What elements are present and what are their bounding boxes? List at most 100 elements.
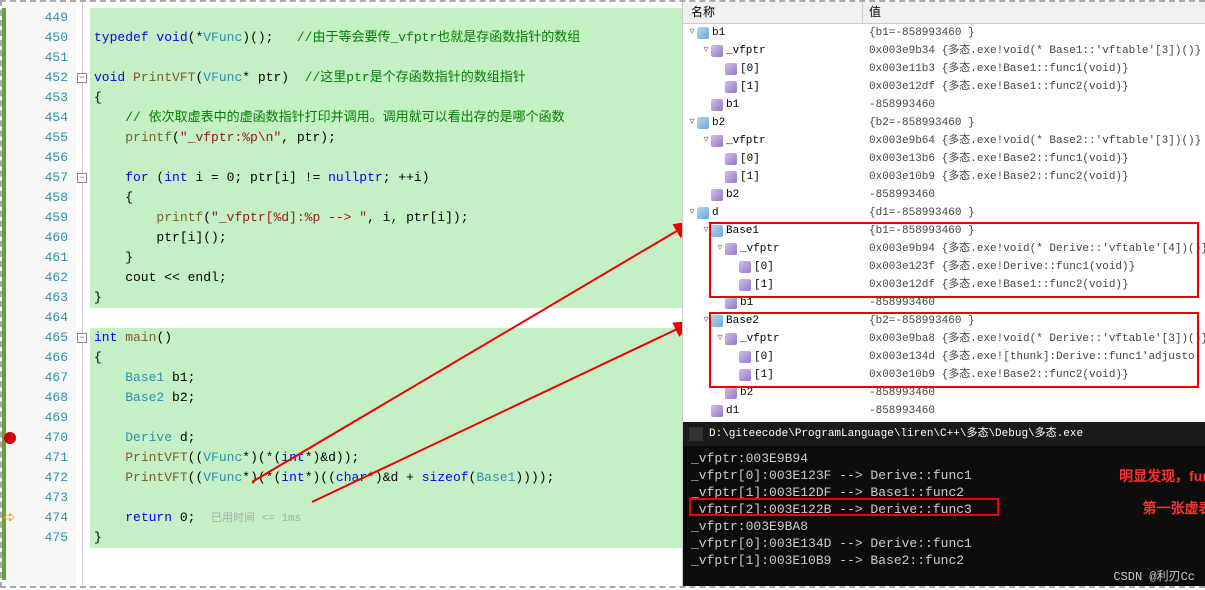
marker-column: ➪ bbox=[2, 2, 20, 586]
expand-toggle[interactable]: ▿ bbox=[687, 24, 697, 42]
field-icon bbox=[711, 45, 723, 57]
line-number: 462 bbox=[20, 268, 68, 288]
watch-row[interactable]: ▿Base2{b2=-858993460 }Base2 bbox=[683, 312, 1205, 330]
code-line[interactable]: PrintVFT((VFunc*)(*(int*)&d)); bbox=[90, 448, 682, 468]
code-line[interactable]: { bbox=[90, 188, 682, 208]
expand-toggle[interactable]: ▿ bbox=[701, 132, 711, 150]
line-number: 470 bbox=[20, 428, 68, 448]
code-line[interactable]: PrintVFT((VFunc*)(*(int*)((char*)&d + si… bbox=[90, 468, 682, 488]
fold-column: − − − bbox=[76, 2, 90, 586]
watch-row[interactable]: [0]0x003e13b6 {多态.exe!Base2::func1(void)… bbox=[683, 150, 1205, 168]
watch-row[interactable]: ▿_vfptr0x003e9ba8 {多态.exe!void(* Derive:… bbox=[683, 330, 1205, 348]
console-panel[interactable]: D:\giteecode\ProgramLanguage\liren\C++\多… bbox=[683, 422, 1205, 586]
code-line[interactable]: cout << endl; bbox=[90, 268, 682, 288]
code-line[interactable]: } bbox=[90, 288, 682, 308]
code-line[interactable] bbox=[90, 48, 682, 68]
watch-row[interactable]: ▿Base1{b1=-858993460 }Base1 bbox=[683, 222, 1205, 240]
code-line[interactable]: int main() bbox=[90, 328, 682, 348]
code-area[interactable]: typedef void(*VFunc)(); //由于等会要传_vfptr也就… bbox=[90, 2, 682, 586]
expand-toggle[interactable]: ▿ bbox=[715, 330, 725, 348]
watch-name: [1] bbox=[740, 168, 760, 186]
watch-value: 0x003e123f {多态.exe!Derive::func1(void)} bbox=[863, 258, 1205, 276]
code-line[interactable]: } bbox=[90, 528, 682, 548]
code-line[interactable]: void PrintVFT(VFunc* ptr) //这里ptr是个存函数指针… bbox=[90, 68, 682, 88]
code-line[interactable]: Base2 b2; bbox=[90, 388, 682, 408]
code-line[interactable]: return 0; 已用时间 <= 1ms bbox=[90, 508, 682, 528]
watch-row[interactable]: [0]0x003e11b3 {多态.exe!Base1::func1(void)… bbox=[683, 60, 1205, 78]
watch-name: Base2 bbox=[726, 312, 759, 330]
code-line[interactable] bbox=[90, 488, 682, 508]
code-line[interactable]: for (int i = 0; ptr[i] != nullptr; ++i) bbox=[90, 168, 682, 188]
code-line[interactable]: printf("_vfptr:%p\n", ptr); bbox=[90, 128, 682, 148]
cube-icon bbox=[711, 315, 723, 327]
watch-row[interactable]: [0]0x003e123f {多态.exe!Derive::func1(void… bbox=[683, 258, 1205, 276]
code-line[interactable]: Base1 b1; bbox=[90, 368, 682, 388]
code-line[interactable]: { bbox=[90, 348, 682, 368]
watch-name: [1] bbox=[740, 78, 760, 96]
field-icon bbox=[725, 153, 737, 165]
code-editor[interactable]: ➪ 44945045145245345445545645745845946046… bbox=[2, 2, 682, 586]
watch-row[interactable]: ▿_vfptr0x003e9b34 {多态.exe!void(* Base1::… bbox=[683, 42, 1205, 60]
fold-toggle[interactable]: − bbox=[77, 333, 87, 343]
watch-row[interactable]: [0]0x003e134d {多态.exe![thunk]:Derive::fu… bbox=[683, 348, 1205, 366]
watch-panel[interactable]: 名称 值 类型 ▿b1{b1=-858993460 }Base1▿_vfptr0… bbox=[683, 2, 1205, 422]
fold-toggle[interactable]: − bbox=[77, 173, 87, 183]
col-value: 值 bbox=[863, 2, 1205, 23]
breakpoint-icon[interactable] bbox=[4, 432, 16, 444]
watch-row[interactable]: [1]0x003e10b9 {多态.exe!Base2::func2(void)… bbox=[683, 366, 1205, 384]
expand-toggle[interactable]: ▿ bbox=[687, 114, 697, 132]
watch-row[interactable]: [1]0x003e12df {多态.exe!Base1::func2(void)… bbox=[683, 276, 1205, 294]
expand-toggle[interactable]: ▿ bbox=[715, 240, 725, 258]
watch-row[interactable]: [1]0x003e12df {多态.exe!Base1::func2(void)… bbox=[683, 78, 1205, 96]
code-line[interactable]: } bbox=[90, 248, 682, 268]
line-number: 465 bbox=[20, 328, 68, 348]
watch-row[interactable]: ▿_vfptr0x003e9b64 {多态.exe!void(* Base2::… bbox=[683, 132, 1205, 150]
watch-row[interactable]: ▿b1{b1=-858993460 }Base1 bbox=[683, 24, 1205, 42]
code-line[interactable] bbox=[90, 8, 682, 28]
watch-row[interactable]: ▿b2{b2=-858993460 }Base2 bbox=[683, 114, 1205, 132]
expand-toggle[interactable]: ▿ bbox=[701, 42, 711, 60]
code-line[interactable] bbox=[90, 308, 682, 328]
watch-row[interactable]: [1]0x003e10b9 {多态.exe!Base2::func2(void)… bbox=[683, 168, 1205, 186]
watch-row[interactable]: b2-858993460int bbox=[683, 384, 1205, 402]
expand-toggle[interactable]: ▿ bbox=[701, 312, 711, 330]
expand-toggle[interactable]: ▿ bbox=[701, 222, 711, 240]
code-line[interactable]: { bbox=[90, 88, 682, 108]
right-panel: 名称 值 类型 ▿b1{b1=-858993460 }Base1▿_vfptr0… bbox=[682, 2, 1205, 586]
console-title-bar: D:\giteecode\ProgramLanguage\liren\C++\多… bbox=[683, 422, 1205, 446]
line-number: 464 bbox=[20, 308, 68, 328]
cube-icon bbox=[711, 225, 723, 237]
field-icon bbox=[711, 135, 723, 147]
field-icon bbox=[711, 405, 723, 417]
line-number: 449 bbox=[20, 8, 68, 28]
watch-name: b1 bbox=[726, 96, 739, 114]
watch-name: d bbox=[712, 204, 719, 222]
field-icon bbox=[725, 387, 737, 399]
current-line-icon: ➪ bbox=[3, 508, 16, 527]
watch-value: 0x003e134d {多态.exe![thunk]:Derive::func1… bbox=[863, 348, 1205, 366]
watch-row[interactable]: ▿d{d1=-858993460 }Derive bbox=[683, 204, 1205, 222]
watch-row[interactable]: b1-858993460int bbox=[683, 294, 1205, 312]
field-icon bbox=[725, 333, 737, 345]
line-number: 455 bbox=[20, 128, 68, 148]
fold-toggle[interactable]: − bbox=[77, 73, 87, 83]
code-line[interactable] bbox=[90, 408, 682, 428]
expand-toggle[interactable]: ▿ bbox=[687, 204, 697, 222]
watch-value: 0x003e9ba8 {多态.exe!void(* Derive::'vftab… bbox=[863, 330, 1205, 348]
console-line: _vfptr:003E9BA8 bbox=[691, 518, 1205, 535]
code-line[interactable] bbox=[90, 148, 682, 168]
watch-name: b1 bbox=[740, 294, 753, 312]
code-line[interactable]: // 依次取虚表中的虚函数指针打印并调用。调用就可以看出存的是哪个函数 bbox=[90, 108, 682, 128]
watch-name: b2 bbox=[726, 186, 739, 204]
watch-row[interactable]: b1-858993460int bbox=[683, 96, 1205, 114]
line-number: 460 bbox=[20, 228, 68, 248]
code-line[interactable]: Derive d; bbox=[90, 428, 682, 448]
line-number: 463 bbox=[20, 288, 68, 308]
code-line[interactable]: typedef void(*VFunc)(); //由于等会要传_vfptr也就… bbox=[90, 28, 682, 48]
watch-row[interactable]: ▿_vfptr0x003e9b94 {多态.exe!void(* Derive:… bbox=[683, 240, 1205, 258]
watch-row[interactable]: b2-858993460int bbox=[683, 186, 1205, 204]
code-line[interactable]: printf("_vfptr[%d]:%p --> ", i, ptr[i]); bbox=[90, 208, 682, 228]
watch-name: [0] bbox=[740, 60, 760, 78]
watch-row[interactable]: d1-858993460int bbox=[683, 402, 1205, 420]
code-line[interactable]: ptr[i](); bbox=[90, 228, 682, 248]
